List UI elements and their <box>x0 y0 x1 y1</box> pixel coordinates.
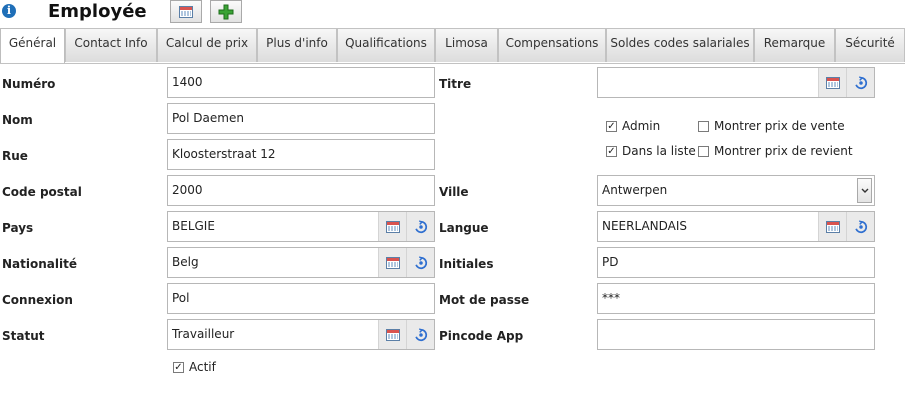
ville-value: Antwerpen <box>602 183 668 197</box>
tab-contact-info[interactable]: Contact Info <box>65 28 157 62</box>
statut-refresh-button[interactable] <box>406 320 434 349</box>
mot-de-passe-value: *** <box>602 291 620 305</box>
dans-la-liste-check-box[interactable]: ✓ <box>606 145 617 157</box>
admin-label: Admin <box>622 119 661 133</box>
pincode-app-label: Pincode App <box>439 329 524 343</box>
langue-refresh-button[interactable] <box>846 212 874 241</box>
mot-de-passe-label: Mot de passe <box>439 293 530 307</box>
rue-value: Kloosterstraat 12 <box>172 147 276 161</box>
pincode-app-field[interactable] <box>597 319 875 350</box>
refresh-icon <box>854 75 867 89</box>
tab-qualifications[interactable]: Qualifications <box>337 28 435 62</box>
calendar-button[interactable] <box>170 0 202 23</box>
calendar-icon <box>179 5 193 18</box>
pays-field[interactable]: BELGIE <box>167 211 435 242</box>
statut-value: Travailleur <box>172 327 235 341</box>
tab-divider <box>0 63 905 64</box>
statut-label: Statut <box>2 329 45 343</box>
code-postal-field[interactable]: 2000 <box>167 175 435 206</box>
dans-la-liste-checkbox[interactable]: ✓ Dans la liste <box>606 144 696 158</box>
ville-select[interactable]: Antwerpen <box>597 175 875 206</box>
code-postal-value: 2000 <box>172 183 203 197</box>
mot-de-passe-field[interactable]: *** <box>597 283 875 314</box>
tab-compensations[interactable]: Compensations <box>498 28 606 62</box>
calendar-icon <box>385 328 400 341</box>
tab-calcul-de-prix[interactable]: Calcul de prix <box>157 28 257 62</box>
rue-label: Rue <box>2 149 28 163</box>
pays-value: BELGIE <box>172 219 215 233</box>
add-icon <box>218 4 234 19</box>
tab-plus-d-info[interactable]: Plus d'info <box>257 28 337 62</box>
rue-field[interactable]: Kloosterstraat 12 <box>167 139 435 170</box>
titre-label: Titre <box>439 77 472 91</box>
actif-check-box[interactable]: ✓ <box>173 361 184 373</box>
nom-value: Pol Daemen <box>172 111 244 125</box>
tab-remarque[interactable]: Remarque <box>754 28 835 62</box>
nom-field[interactable]: Pol Daemen <box>167 103 435 134</box>
initiales-field[interactable]: PD <box>597 247 875 278</box>
tab-soldes-codes-salariales[interactable]: Soldes codes salariales <box>606 28 754 62</box>
actif-label: Actif <box>189 360 216 374</box>
statut-field[interactable]: Travailleur <box>167 319 435 350</box>
montrer-prix-revient-checkbox[interactable]: Montrer prix de revient <box>698 144 853 158</box>
langue-lookup-button[interactable] <box>818 212 846 241</box>
tab-limosa[interactable]: Limosa <box>435 28 498 62</box>
ville-dropdown-button[interactable] <box>857 178 872 203</box>
tab-bar: Général Contact Info Calcul de prix Plus… <box>0 28 915 64</box>
montrer-prix-vente-check-box[interactable] <box>698 120 709 132</box>
titre-refresh-button[interactable] <box>846 68 874 97</box>
titre-field[interactable] <box>597 67 875 98</box>
montrer-prix-vente-checkbox[interactable]: Montrer prix de vente <box>698 119 845 133</box>
refresh-icon <box>414 219 427 233</box>
connexion-field[interactable]: Pol <box>167 283 435 314</box>
initiales-value: PD <box>602 255 619 269</box>
actif-checkbox[interactable]: ✓ Actif <box>173 360 216 374</box>
calendar-icon <box>385 256 400 269</box>
montrer-prix-revient-label: Montrer prix de revient <box>714 144 853 158</box>
admin-check-box[interactable]: ✓ <box>606 120 617 132</box>
montrer-prix-vente-label: Montrer prix de vente <box>714 119 845 133</box>
add-button[interactable] <box>210 0 242 23</box>
chevron-down-icon <box>861 188 868 193</box>
connexion-value: Pol <box>172 291 190 305</box>
tab-general[interactable]: Général <box>0 28 65 64</box>
calendar-icon <box>385 220 400 233</box>
langue-label: Langue <box>439 221 489 235</box>
ville-label: Ville <box>439 185 469 199</box>
dans-la-liste-label: Dans la liste <box>622 144 696 158</box>
page-title: Employée <box>48 1 147 22</box>
nationalite-refresh-button[interactable] <box>406 248 434 277</box>
langue-value: NEERLANDAIS <box>602 219 688 233</box>
admin-checkbox[interactable]: ✓ Admin <box>606 119 660 133</box>
info-icon[interactable]: i <box>2 4 16 18</box>
montrer-prix-revient-check-box[interactable] <box>698 145 709 157</box>
statut-lookup-button[interactable] <box>378 320 406 349</box>
numero-label: Numéro <box>2 77 56 91</box>
code-postal-label: Code postal <box>2 185 82 199</box>
numero-value: 1400 <box>172 75 203 89</box>
calendar-icon <box>825 220 840 233</box>
refresh-icon <box>414 255 427 269</box>
nationalite-field[interactable]: Belg <box>167 247 435 278</box>
connexion-label: Connexion <box>2 293 73 307</box>
refresh-icon <box>854 219 867 233</box>
nom-label: Nom <box>2 113 33 127</box>
calendar-icon <box>825 76 840 89</box>
pays-label: Pays <box>2 221 34 235</box>
pays-lookup-button[interactable] <box>378 212 406 241</box>
numero-field[interactable]: 1400 <box>167 67 435 98</box>
langue-field[interactable]: NEERLANDAIS <box>597 211 875 242</box>
nationalite-label: Nationalité <box>2 257 77 271</box>
nationalite-lookup-button[interactable] <box>378 248 406 277</box>
tab-securite[interactable]: Sécurité <box>835 28 905 62</box>
initiales-label: Initiales <box>439 257 494 271</box>
refresh-icon <box>414 327 427 341</box>
nationalite-value: Belg <box>172 255 199 269</box>
titre-lookup-button[interactable] <box>818 68 846 97</box>
pays-refresh-button[interactable] <box>406 212 434 241</box>
